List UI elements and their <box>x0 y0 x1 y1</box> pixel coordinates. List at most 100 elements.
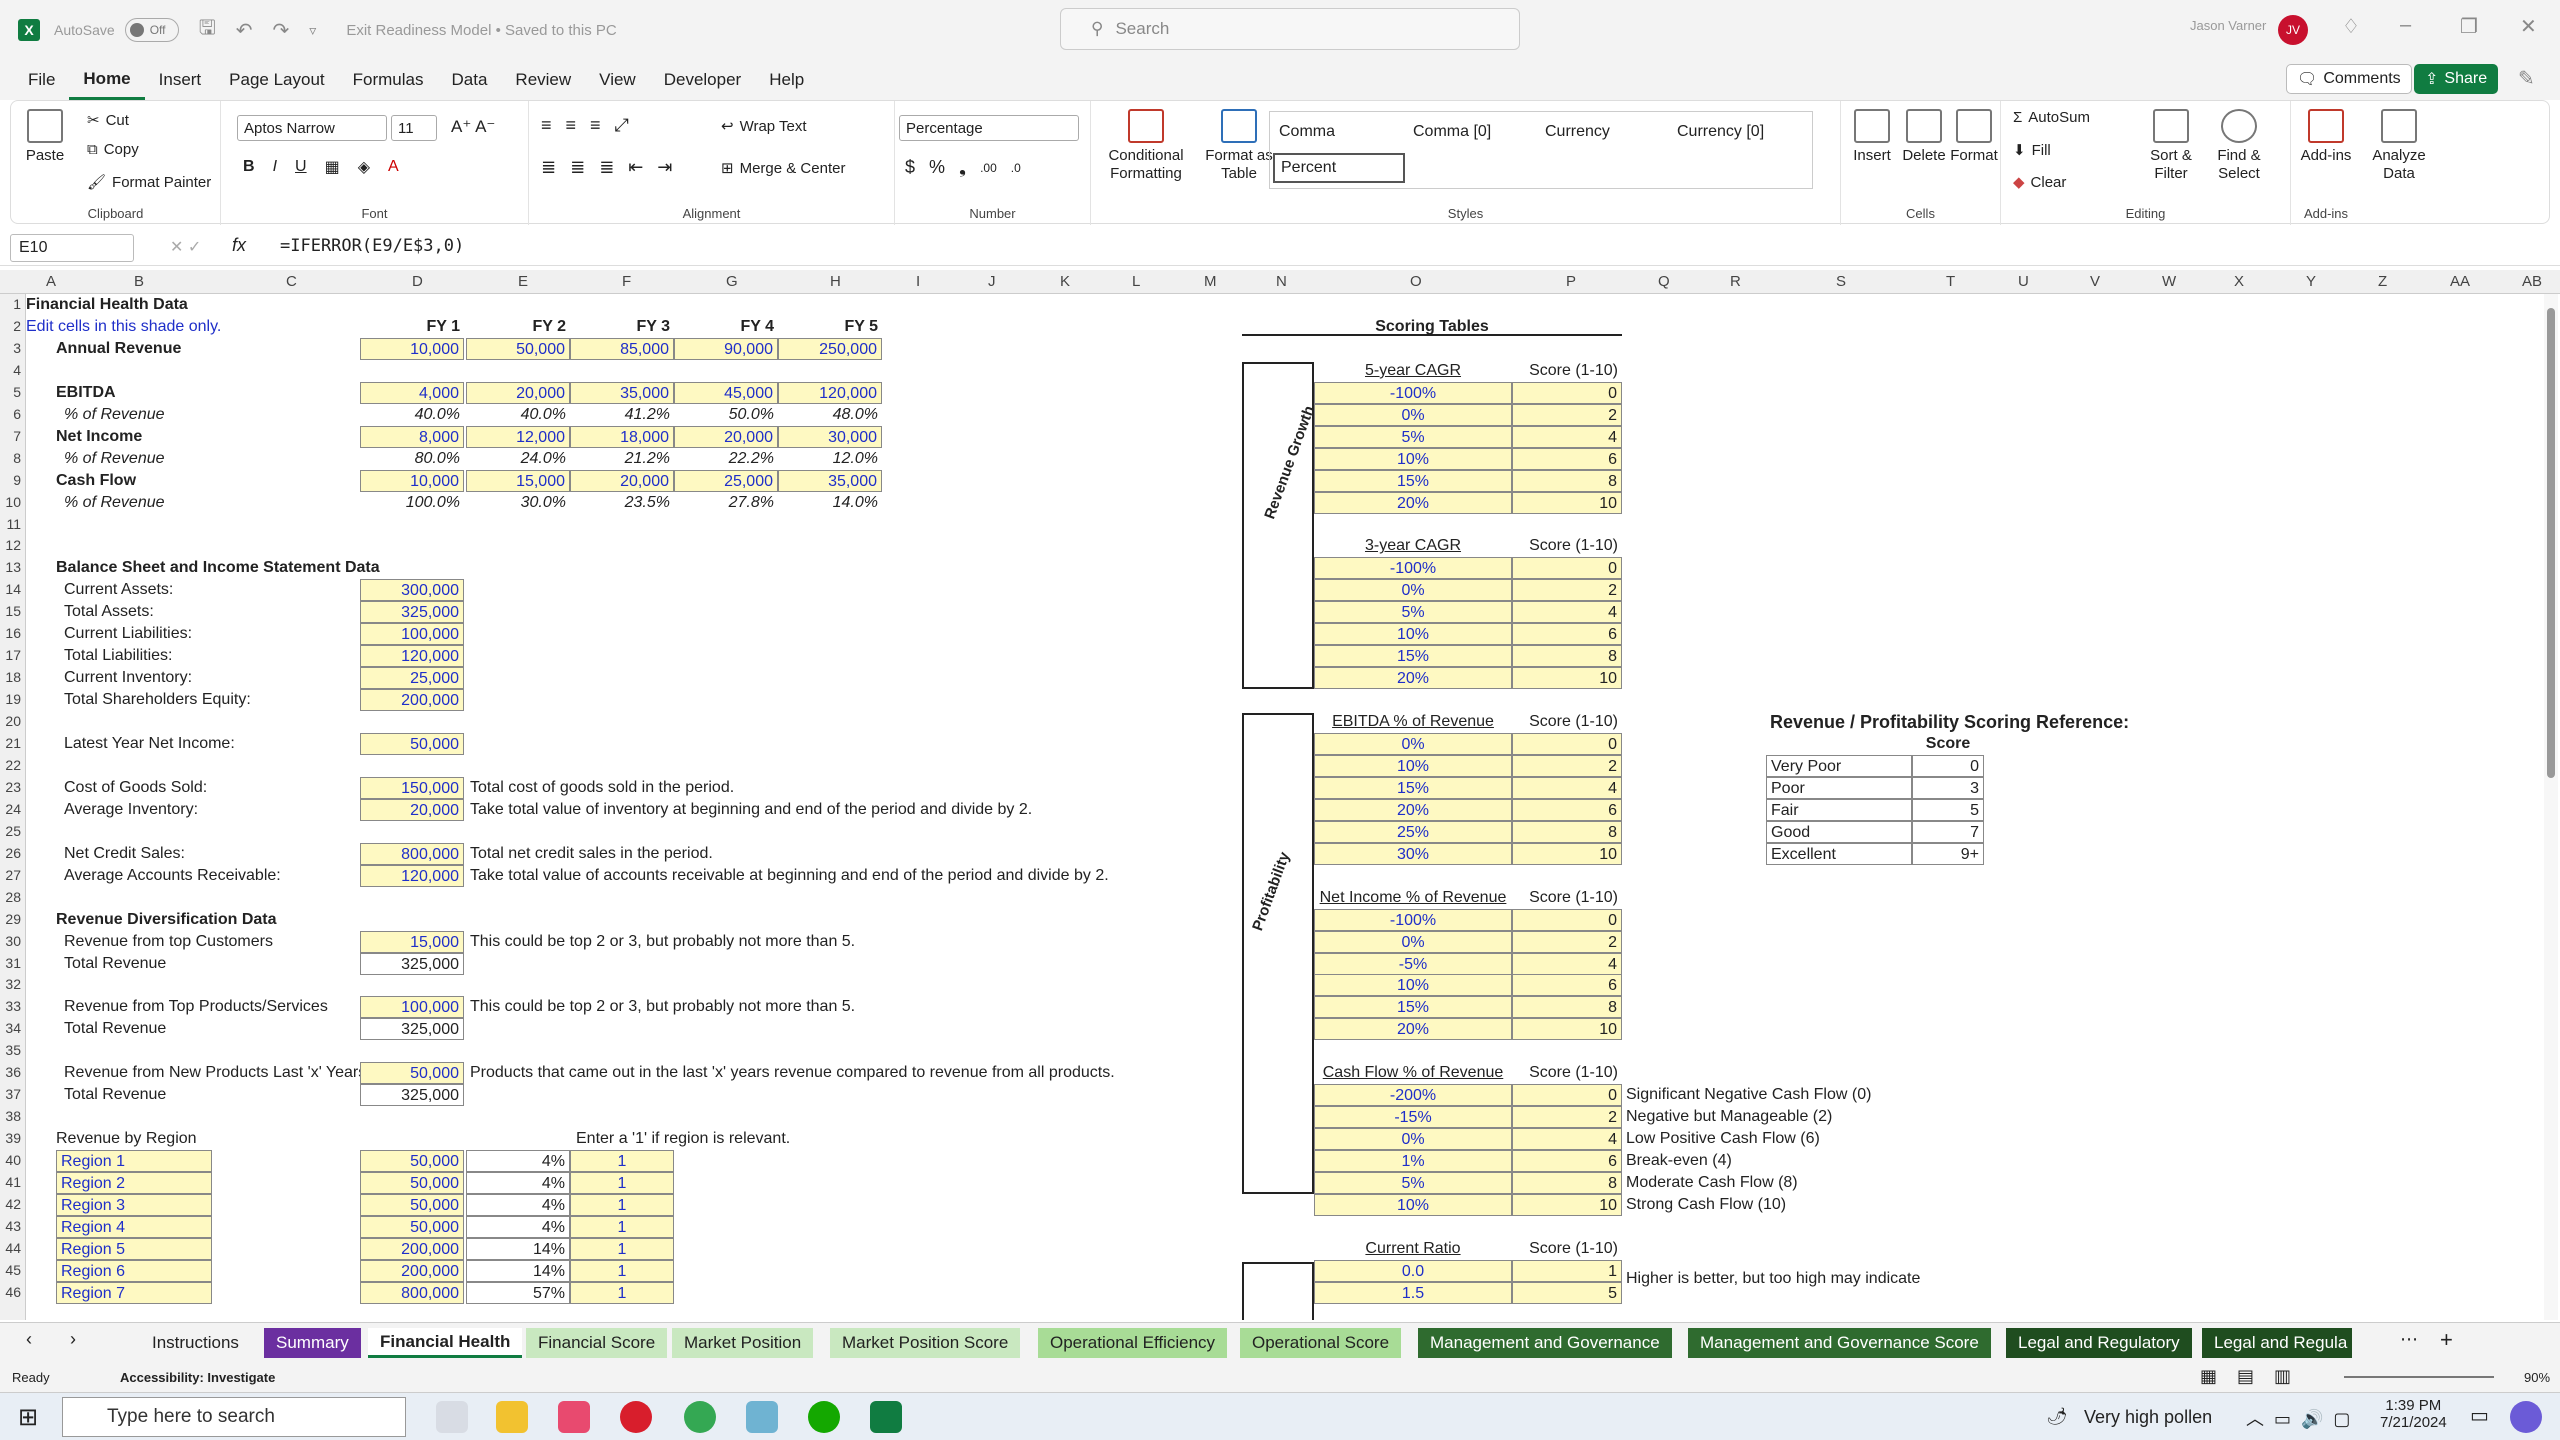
region-revenue[interactable]: 800,000 <box>360 1281 464 1304</box>
region-name[interactable]: Region 4 <box>56 1215 212 1238</box>
tab-management-and-governance-score[interactable]: Management and Governance Score <box>1688 1328 1991 1358</box>
align-left-icon[interactable]: ≣ <box>541 157 556 178</box>
ni-table-threshold[interactable]: 15% <box>1314 996 1512 1019</box>
cf-table-score[interactable]: 6 <box>1512 1150 1622 1173</box>
insert-cells-button[interactable]: Insert <box>1847 109 1897 165</box>
region-name[interactable]: Region 3 <box>56 1193 212 1216</box>
zoom-slider[interactable] <box>2344 1376 2494 1378</box>
region-pct[interactable]: 14% <box>466 1259 570 1282</box>
cash_flow-cell[interactable]: 15,000 <box>466 469 570 492</box>
ebitda-table-score[interactable]: 6 <box>1512 798 1622 821</box>
row-header[interactable]: 2 <box>13 318 21 334</box>
bs-value[interactable]: 25,000 <box>360 667 464 690</box>
paste-button[interactable]: Paste <box>17 109 73 165</box>
tab-legal-and-regula[interactable]: Legal and Regula <box>2202 1328 2352 1358</box>
region-name[interactable]: Region 5 <box>56 1237 212 1260</box>
balance-sheet-title[interactable]: Balance Sheet and Income Statement Data <box>52 557 384 579</box>
cash_flow-cell[interactable]: 20,000 <box>570 469 674 492</box>
total-revenue-value[interactable]: 325,000 <box>360 1084 464 1107</box>
borders-icon[interactable]: ▦ <box>325 157 340 177</box>
ebitda-cell[interactable]: 4,000 <box>360 381 464 404</box>
cagr5-score[interactable]: 0 <box>1512 381 1622 404</box>
input-value[interactable]: 20,000 <box>360 798 464 821</box>
ni_pct-cell[interactable]: 24.0% <box>466 448 570 470</box>
total-revenue-label[interactable]: Total Revenue <box>60 953 170 975</box>
column-header-t[interactable]: T <box>1946 273 1955 290</box>
task-view-icon[interactable] <box>436 1401 468 1433</box>
row-header[interactable]: 41 <box>5 1174 21 1190</box>
region-flag[interactable]: 1 <box>570 1259 674 1282</box>
customize-qat-icon[interactable]: ▿ <box>309 22 316 39</box>
column-header-r[interactable]: R <box>1730 273 1741 290</box>
region-pct[interactable]: 4% <box>466 1172 570 1194</box>
row-header[interactable]: 29 <box>5 911 21 927</box>
region-flag[interactable]: 1 <box>570 1237 674 1260</box>
region-flag[interactable]: 1 <box>570 1193 674 1216</box>
align-center-icon[interactable]: ≣ <box>570 157 585 178</box>
ebitda-table-score[interactable]: 2 <box>1512 754 1622 777</box>
tab-market-position[interactable]: Market Position <box>672 1328 814 1358</box>
input-label[interactable]: Cost of Goods Sold: <box>60 777 211 799</box>
net_income-cell[interactable]: 20,000 <box>674 425 778 448</box>
ebitda-cell[interactable]: 35,000 <box>570 381 674 404</box>
column-header-c[interactable]: C <box>286 273 297 290</box>
cash_flow-cell[interactable]: 25,000 <box>674 469 778 492</box>
bs-value[interactable]: 200,000 <box>360 689 464 712</box>
cagr3-threshold[interactable]: 15% <box>1314 645 1512 668</box>
bold-icon[interactable]: B <box>243 158 255 176</box>
cagr5-threshold[interactable]: 0% <box>1314 403 1512 426</box>
tab-financial-score[interactable]: Financial Score <box>526 1328 668 1358</box>
cagr3-threshold[interactable]: 20% <box>1314 667 1512 690</box>
div-label[interactable]: Revenue from New Products Last 'x' Years <box>60 1062 370 1084</box>
fx-icon[interactable]: fx <box>232 235 246 256</box>
column-header-aa[interactable]: AA <box>2450 273 2470 290</box>
restore-icon[interactable]: ❐ <box>2460 14 2478 39</box>
cf-table-threshold[interactable]: 1% <box>1314 1150 1512 1173</box>
fy-header[interactable]: FY 1 <box>360 316 464 338</box>
cf_pct-cell[interactable]: 100.0% <box>360 492 464 514</box>
latest-ni-value[interactable]: 50,000 <box>360 733 464 755</box>
ebitda_pct-cell[interactable]: 40.0% <box>360 404 464 426</box>
copilot-icon[interactable] <box>2510 1401 2542 1433</box>
zoom-level[interactable]: 90% <box>2524 1370 2550 1385</box>
annual-revenue-cell[interactable]: 50,000 <box>466 337 570 360</box>
region-pct[interactable]: 4% <box>466 1193 570 1216</box>
tab-operational-efficiency[interactable]: Operational Efficiency <box>1038 1328 1228 1358</box>
taskbar-search[interactable]: Type here to search <box>62 1397 406 1437</box>
save-icon[interactable]: 🖫 <box>199 13 216 47</box>
ni-table-threshold[interactable]: -5% <box>1314 952 1512 975</box>
bs-label[interactable]: Total Liabilities: <box>60 645 177 667</box>
ni-table-score[interactable]: 10 <box>1512 1018 1622 1041</box>
cf-table-threshold[interactable]: -15% <box>1314 1106 1512 1129</box>
region-flag[interactable]: 1 <box>570 1215 674 1238</box>
row-header[interactable]: 34 <box>5 1020 21 1036</box>
total-revenue-value[interactable]: 325,000 <box>360 952 464 975</box>
menu-formulas[interactable]: Formulas <box>339 60 438 100</box>
cash_flow-label[interactable]: Cash Flow <box>52 470 140 492</box>
div-label[interactable]: Revenue from Top Products/Services <box>60 996 332 1018</box>
column-header-b[interactable]: B <box>134 273 144 290</box>
align-right-icon[interactable]: ≣ <box>599 157 614 178</box>
ni-table-score[interactable]: 2 <box>1512 930 1622 953</box>
wrap-text-button[interactable]: ↩ Wrap Text <box>721 117 807 136</box>
net_income-label[interactable]: Net Income <box>52 426 146 448</box>
ni_pct-cell[interactable]: 80.0% <box>360 448 464 470</box>
ebitda-table-threshold[interactable]: 10% <box>1314 754 1512 777</box>
row-header[interactable]: 5 <box>13 384 21 400</box>
column-header-k[interactable]: K <box>1060 273 1070 290</box>
italic-icon[interactable]: I <box>273 158 277 176</box>
number-format-icons[interactable]: $% ❟ .00 .0 <box>905 157 1021 178</box>
ni_pct-cell[interactable]: 12.0% <box>778 448 882 470</box>
app-icon[interactable] <box>746 1401 778 1433</box>
cash_flow-cell[interactable]: 35,000 <box>778 469 882 492</box>
region-name[interactable]: Region 7 <box>56 1281 212 1304</box>
cagr5-score[interactable]: 8 <box>1512 469 1622 492</box>
percent-icon[interactable]: % <box>929 157 945 178</box>
total-revenue-label[interactable]: Total Revenue <box>60 1084 170 1106</box>
annual-revenue-label[interactable]: Annual Revenue <box>52 338 185 360</box>
fill-button[interactable]: ⬇ Fill <box>2013 141 2051 160</box>
row-header[interactable]: 12 <box>5 537 21 553</box>
file-explorer-icon[interactable] <box>496 1401 528 1433</box>
format-painter-button[interactable]: 🖌 Format Painter <box>87 173 211 192</box>
row-header[interactable]: 31 <box>5 955 21 971</box>
